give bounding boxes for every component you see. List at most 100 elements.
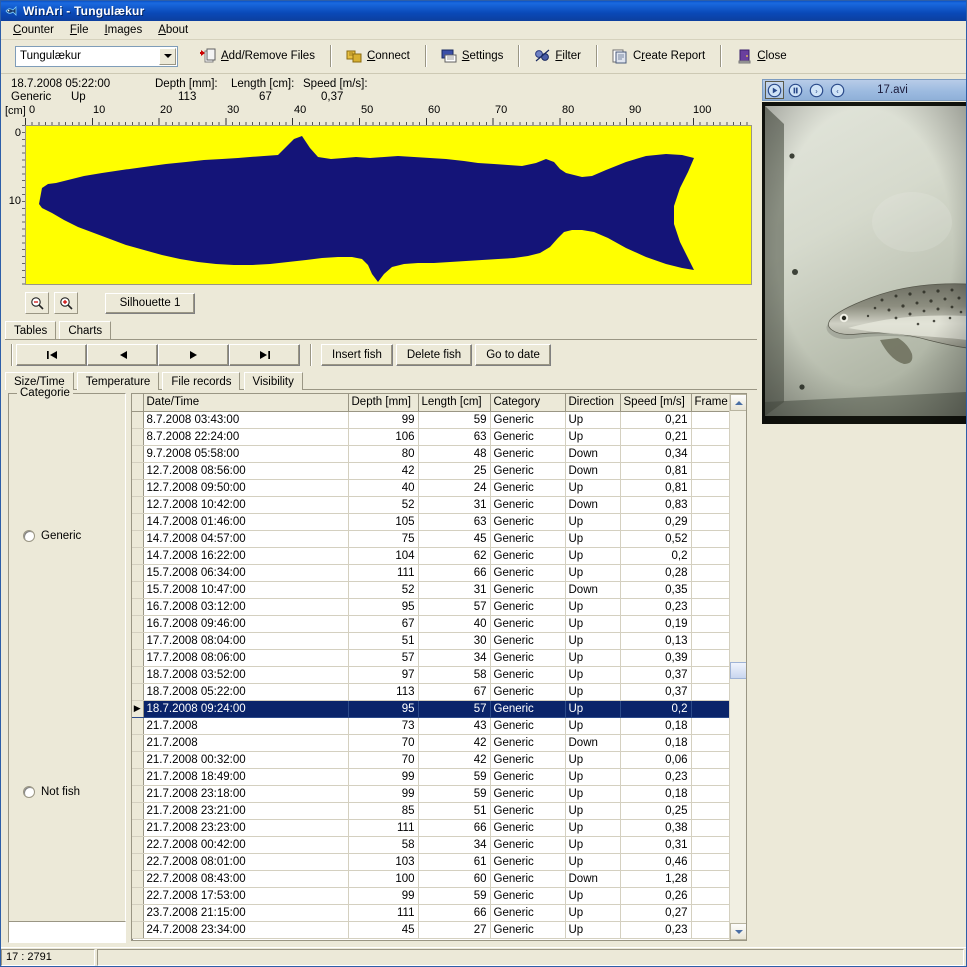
cell-depth-mm[interactable]: 105 <box>348 513 418 530</box>
row-indicator[interactable] <box>132 564 143 581</box>
cell-depth-mm[interactable]: 99 <box>348 411 418 428</box>
cell-depth-mm[interactable]: 52 <box>348 496 418 513</box>
cell-length-cm[interactable]: 57 <box>418 598 490 615</box>
table-row[interactable]: 21.7.2008 23:23:0011166GenericUp0,38171 <box>132 819 747 836</box>
cell-length-cm[interactable]: 58 <box>418 666 490 683</box>
table-row[interactable]: 23.7.2008 21:15:0011166GenericUp0,27121 <box>132 904 747 921</box>
col-date-time[interactable]: Date/Time <box>143 394 348 411</box>
row-indicator[interactable] <box>132 819 143 836</box>
table-row[interactable]: 8.7.2008 22:24:0010663GenericUp0,21111 <box>132 428 747 445</box>
scroll-up-button[interactable] <box>730 394 747 411</box>
row-indicator[interactable] <box>132 581 143 598</box>
cell-depth-mm[interactable]: 104 <box>348 547 418 564</box>
cell-direction[interactable]: Down <box>565 445 620 462</box>
cell-category[interactable]: Generic <box>490 666 565 683</box>
cell-depth-mm[interactable]: 106 <box>348 428 418 445</box>
cell-speed-m-s[interactable]: 0,19 <box>620 615 691 632</box>
cell-direction[interactable]: Up <box>565 802 620 819</box>
table-row[interactable]: 14.7.2008 04:57:007545GenericUp0,52211 <box>132 530 747 547</box>
cell-depth-mm[interactable]: 85 <box>348 802 418 819</box>
row-indicator[interactable] <box>132 479 143 496</box>
row-indicator[interactable] <box>132 615 143 632</box>
cell-depth-mm[interactable]: 111 <box>348 819 418 836</box>
cell-direction[interactable]: Up <box>565 921 620 938</box>
table-row[interactable]: 17.7.2008 08:06:005734GenericUp0,3971 <box>132 649 747 666</box>
row-indicator[interactable] <box>132 547 143 564</box>
cell-direction[interactable]: Down <box>565 496 620 513</box>
cell-direction[interactable]: Down <box>565 734 620 751</box>
table-row[interactable]: 14.7.2008 16:22:0010462GenericUp0,2101 <box>132 547 747 564</box>
add-remove-files-button[interactable]: Add/Remove Files <box>191 44 324 68</box>
table-row[interactable]: 12.7.2008 09:50:004024GenericUp0,8161 <box>132 479 747 496</box>
menu-counter[interactable]: Counter <box>6 22 63 38</box>
cell-speed-m-s[interactable]: 0,52 <box>620 530 691 547</box>
cell-length-cm[interactable]: 27 <box>418 921 490 938</box>
cell-speed-m-s[interactable]: 0,06 <box>620 751 691 768</box>
cell-date-time[interactable]: 16.7.2008 03:12:00 <box>143 598 348 615</box>
cell-category[interactable]: Generic <box>490 785 565 802</box>
cell-depth-mm[interactable]: 97 <box>348 666 418 683</box>
table-row[interactable]: 21.7.20087042GenericDown0,1861 <box>132 734 747 751</box>
row-indicator[interactable] <box>132 462 143 479</box>
row-indicator[interactable] <box>132 785 143 802</box>
tab-file-records[interactable]: File records <box>162 372 240 390</box>
cell-direction[interactable]: Up <box>565 615 620 632</box>
cell-category[interactable]: Generic <box>490 428 565 445</box>
cell-speed-m-s[interactable]: 1,28 <box>620 870 691 887</box>
cell-length-cm[interactable]: 42 <box>418 751 490 768</box>
cell-length-cm[interactable]: 63 <box>418 513 490 530</box>
radio-generic[interactable]: Generic <box>23 530 81 542</box>
cell-direction[interactable]: Down <box>565 870 620 887</box>
row-indicator[interactable] <box>132 598 143 615</box>
cell-depth-mm[interactable]: 58 <box>348 836 418 853</box>
cell-length-cm[interactable]: 59 <box>418 768 490 785</box>
cell-speed-m-s[interactable]: 0,81 <box>620 479 691 496</box>
cell-speed-m-s[interactable]: 0,37 <box>620 666 691 683</box>
cell-speed-m-s[interactable]: 0,23 <box>620 598 691 615</box>
cell-date-time[interactable]: 22.7.2008 08:43:00 <box>143 870 348 887</box>
row-indicator[interactable] <box>132 751 143 768</box>
cell-length-cm[interactable]: 45 <box>418 530 490 547</box>
cell-category[interactable]: Generic <box>490 887 565 904</box>
insert-fish-button[interactable]: Insert fish <box>321 344 393 366</box>
cell-category[interactable]: Generic <box>490 581 565 598</box>
cell-category[interactable]: Generic <box>490 615 565 632</box>
cell-depth-mm[interactable]: 75 <box>348 530 418 547</box>
cell-length-cm[interactable]: 59 <box>418 887 490 904</box>
cell-depth-mm[interactable]: 95 <box>348 598 418 615</box>
cell-length-cm[interactable]: 61 <box>418 853 490 870</box>
cell-speed-m-s[interactable]: 0,37 <box>620 683 691 700</box>
cell-date-time[interactable]: 9.7.2008 05:58:00 <box>143 445 348 462</box>
fish-records-grid[interactable]: Date/Time Depth [mm] Length [cm] Categor… <box>131 393 747 941</box>
cell-length-cm[interactable]: 60 <box>418 870 490 887</box>
cell-date-time[interactable]: 18.7.2008 03:52:00 <box>143 666 348 683</box>
cell-length-cm[interactable]: 51 <box>418 802 490 819</box>
radio-not-fish-indicator[interactable] <box>23 786 35 798</box>
row-indicator[interactable] <box>132 921 143 938</box>
cell-category[interactable]: Generic <box>490 836 565 853</box>
cell-direction[interactable]: Up <box>565 887 620 904</box>
cell-speed-m-s[interactable]: 0,2 <box>620 700 691 717</box>
table-row[interactable]: 12.7.2008 10:42:005231GenericDown0,83121 <box>132 496 747 513</box>
cell-depth-mm[interactable]: 80 <box>348 445 418 462</box>
cell-category[interactable]: Generic <box>490 683 565 700</box>
table-row[interactable]: 16.7.2008 03:12:009557GenericUp0,23181 <box>132 598 747 615</box>
table-row[interactable]: 12.7.2008 08:56:004225GenericDown0,81371 <box>132 462 747 479</box>
cell-direction[interactable]: Down <box>565 462 620 479</box>
cell-date-time[interactable]: 14.7.2008 16:22:00 <box>143 547 348 564</box>
cell-depth-mm[interactable]: 57 <box>348 649 418 666</box>
fish-silhouette-view[interactable] <box>25 125 752 285</box>
cell-date-time[interactable]: 12.7.2008 09:50:00 <box>143 479 348 496</box>
cell-speed-m-s[interactable]: 0,18 <box>620 734 691 751</box>
tab-tables[interactable]: Tables <box>5 321 56 339</box>
cell-speed-m-s[interactable]: 0,18 <box>620 785 691 802</box>
cell-category[interactable]: Generic <box>490 445 565 462</box>
cell-speed-m-s[interactable]: 0,31 <box>620 836 691 853</box>
cell-date-time[interactable]: 12.7.2008 08:56:00 <box>143 462 348 479</box>
row-indicator[interactable] <box>132 496 143 513</box>
filter-button[interactable]: Filter <box>525 44 590 68</box>
cell-date-time[interactable]: 22.7.2008 00:42:00 <box>143 836 348 853</box>
menu-file[interactable]: File <box>63 22 98 38</box>
cell-date-time[interactable]: 8.7.2008 03:43:00 <box>143 411 348 428</box>
cell-date-time[interactable]: 14.7.2008 04:57:00 <box>143 530 348 547</box>
